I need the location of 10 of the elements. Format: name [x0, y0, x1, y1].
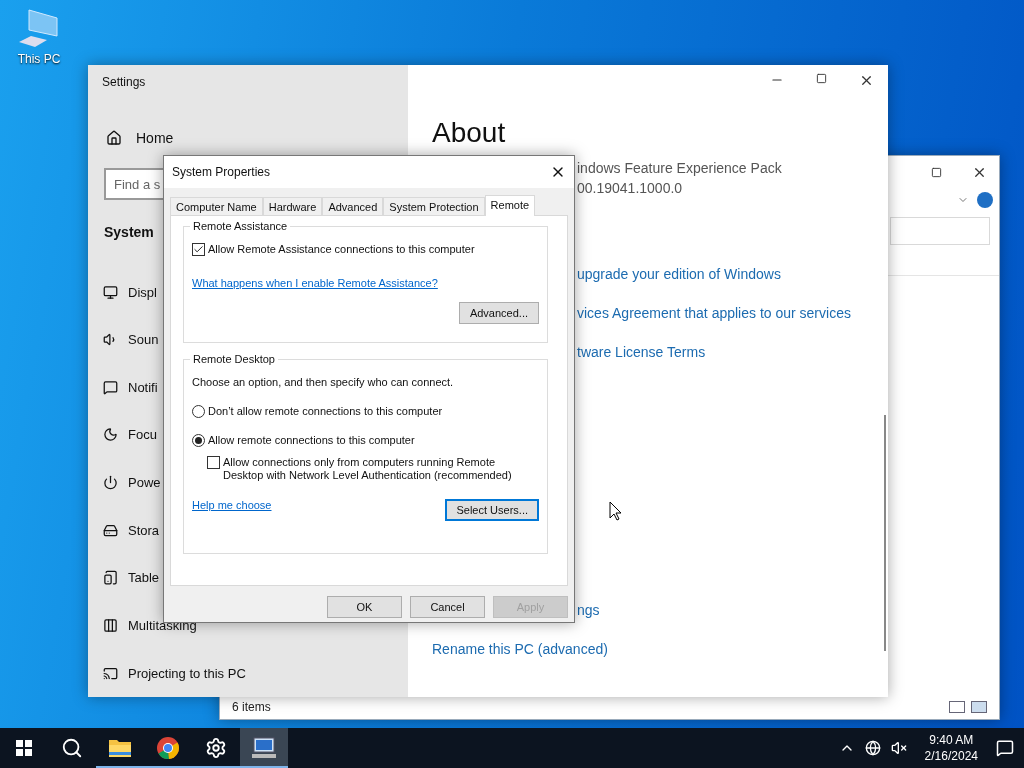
info-text: indows Feature Experience Pack	[577, 159, 782, 177]
group-label: Remote Desktop	[190, 353, 278, 365]
dialog-title: System Properties	[172, 165, 271, 179]
group-label: Remote Assistance	[190, 220, 291, 232]
status-text: 6 items	[232, 700, 271, 714]
page-heading: About	[431, 117, 507, 149]
info-text: 00.19041.1000.0	[577, 179, 683, 197]
instruction-text: Choose an option, and then specify who can connect.	[192, 376, 454, 388]
section-heading: System	[104, 224, 154, 241]
window-title: Settings	[102, 75, 146, 89]
